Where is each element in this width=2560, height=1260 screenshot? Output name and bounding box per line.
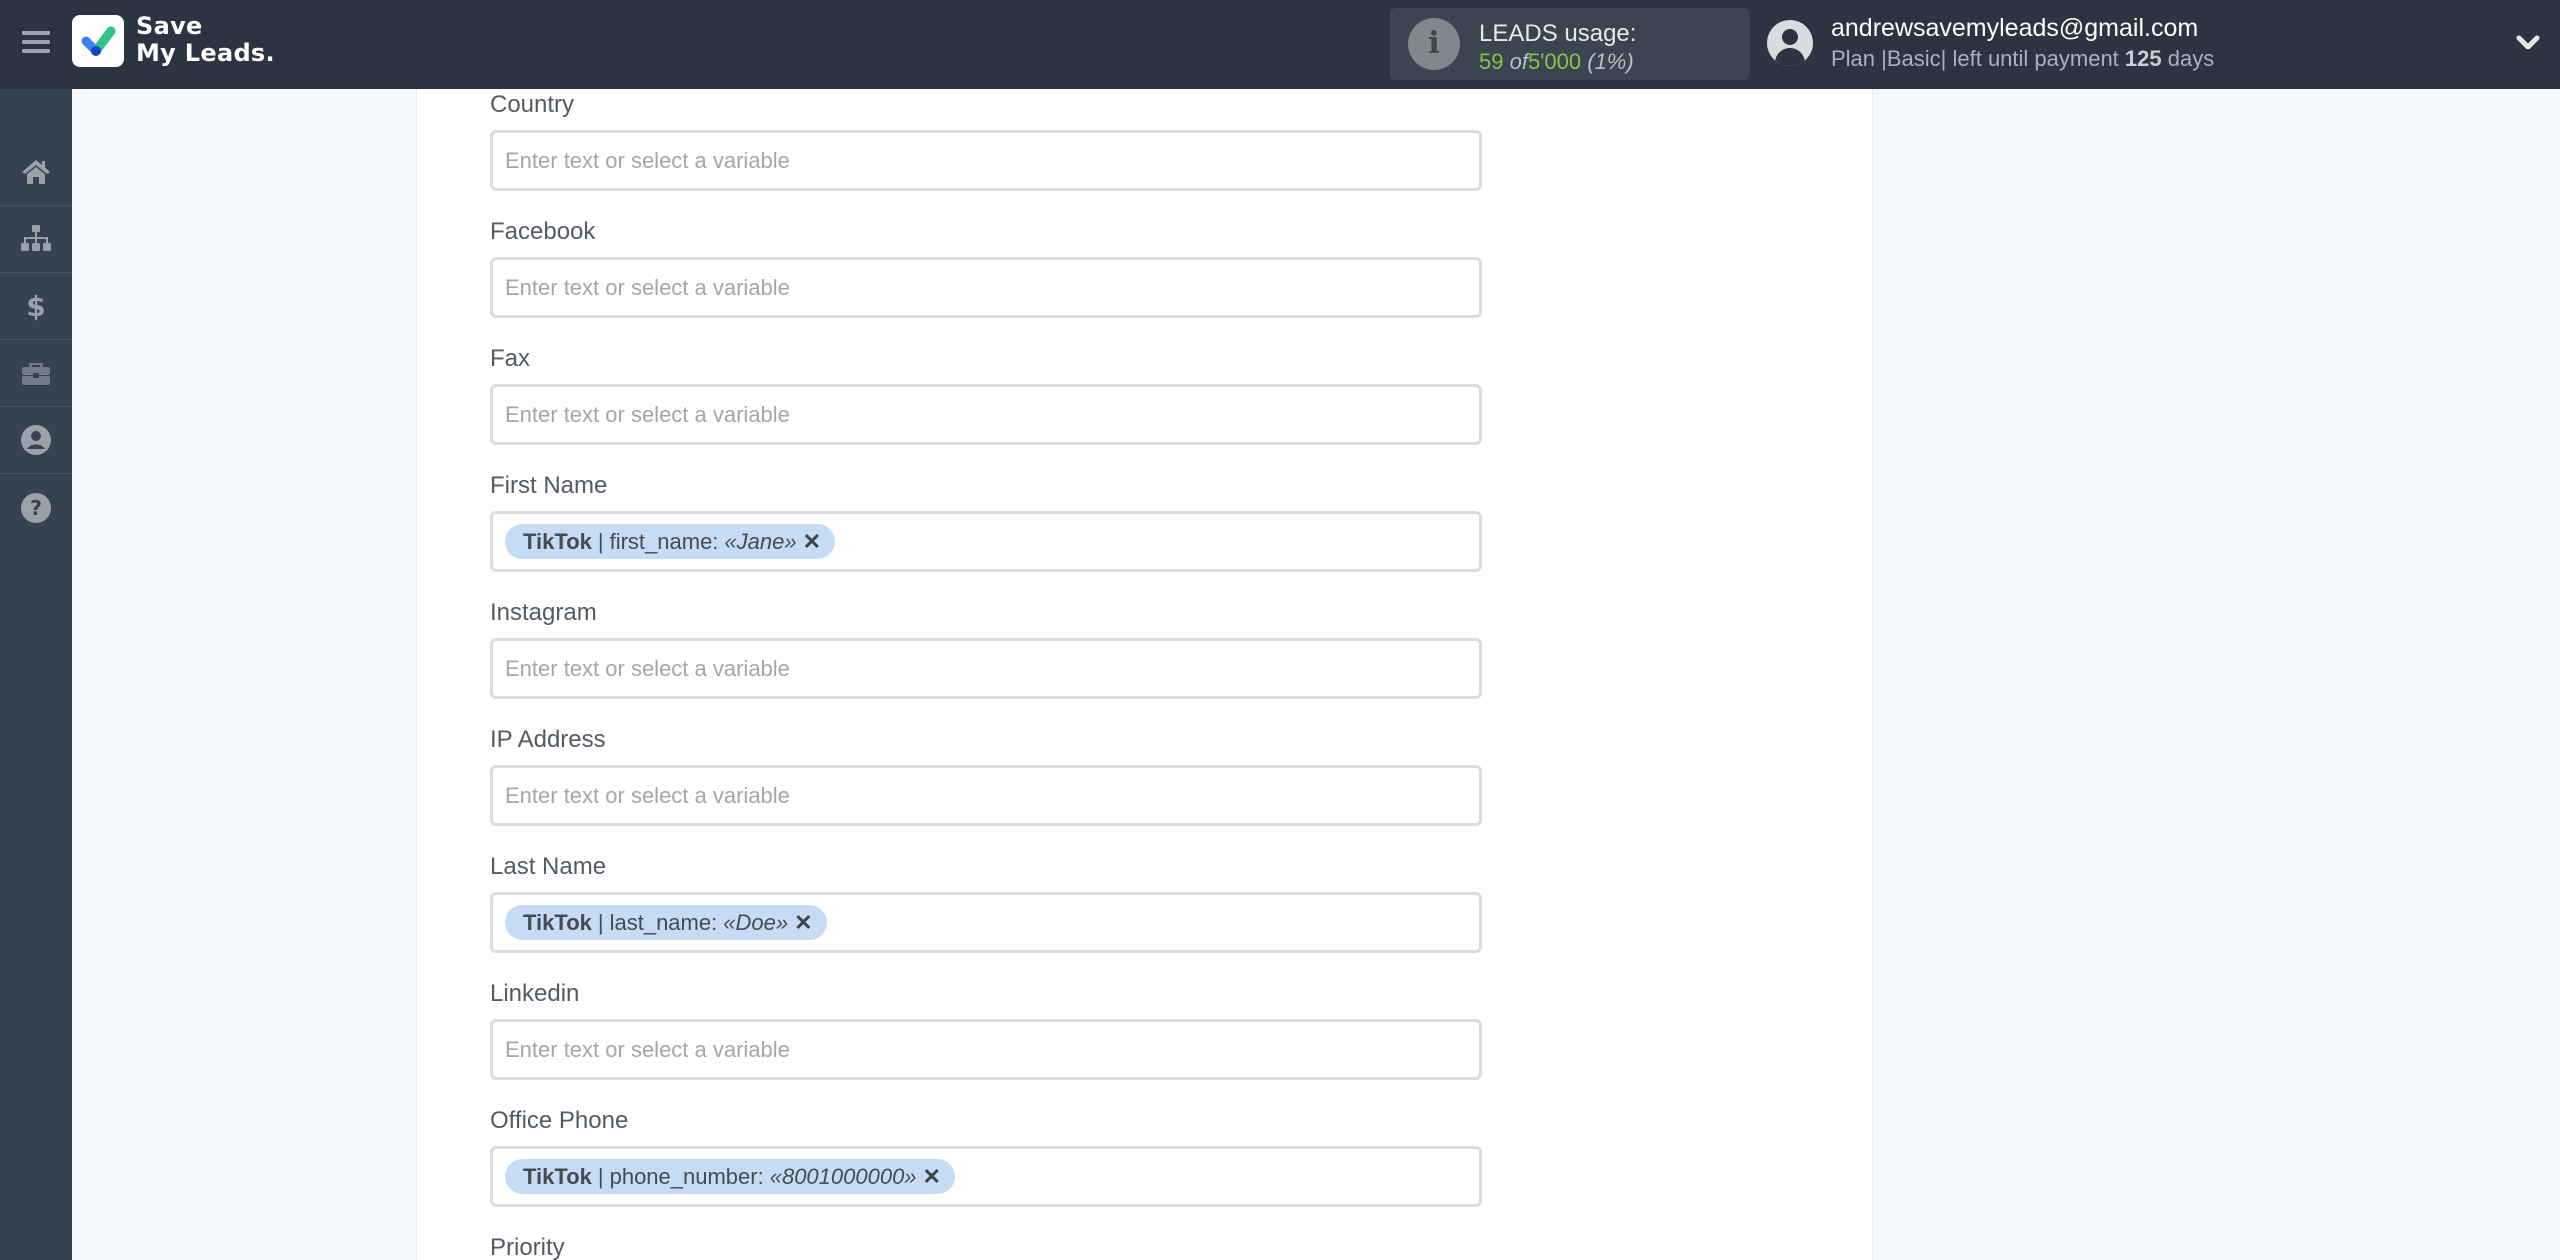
sidebar-item-tools[interactable]	[0, 340, 72, 407]
usage-of: of	[1509, 49, 1528, 74]
chip-sample: «Doe»	[723, 909, 789, 935]
usage-total: 5'000	[1527, 49, 1582, 74]
field-label: Office Phone	[490, 1107, 629, 1134]
sidebar-item-connections[interactable]	[0, 206, 72, 273]
chip-sample: «8001000000»	[769, 1163, 917, 1189]
chip-field: last_name:	[609, 909, 718, 935]
logo-text[interactable]: Save My Leads.	[136, 13, 275, 67]
leads-usage-box: i LEADS usage: 59 of5'000 (1%)	[1390, 8, 1750, 80]
placeholder: Enter text or select a variable	[505, 1036, 790, 1062]
home-icon	[22, 159, 50, 184]
field-office-phone: Office Phone TikTok | phone_number: «800…	[490, 1108, 1482, 1207]
field-label: Instagram	[490, 599, 597, 626]
field-label: Priority	[490, 1234, 565, 1260]
question-circle-icon: ?	[21, 492, 51, 523]
ip-address-input[interactable]: Enter text or select a variable	[490, 765, 1482, 826]
field-instagram: Instagram Enter text or select a variabl…	[490, 600, 1482, 699]
last-name-input[interactable]: TikTok | last_name: «Doe» ✕	[490, 892, 1482, 953]
plan-prefix: Plan |Basic| left until payment	[1831, 46, 2119, 71]
dollar-icon: $	[26, 290, 45, 323]
field-label: Fax	[490, 345, 531, 372]
chip-source: TikTok	[523, 528, 592, 554]
chip-source: TikTok	[523, 909, 592, 935]
info-icon: i	[1408, 18, 1460, 70]
logo-line-1: Save	[136, 12, 203, 40]
chip-sample: «Jane»	[724, 528, 797, 554]
placeholder: Enter text or select a variable	[505, 147, 790, 173]
plan-days-suffix: days	[2167, 46, 2215, 71]
chip-source: TikTok	[523, 1163, 592, 1189]
user-avatar-icon[interactable]	[1767, 20, 1813, 66]
plan-days: 125	[2124, 46, 2162, 71]
usage-percent: (1%)	[1587, 49, 1634, 74]
svg-text:$: $	[26, 290, 45, 323]
placeholder: Enter text or select a variable	[505, 782, 790, 808]
facebook-input[interactable]: Enter text or select a variable	[490, 257, 1482, 318]
hamburger-menu-icon[interactable]	[22, 31, 50, 55]
field-label: Country	[490, 91, 575, 118]
chevron-down-icon[interactable]	[2515, 30, 2541, 56]
top-header: Save My Leads. i LEADS usage: 59 of5'000…	[0, 0, 2560, 89]
logo-line-2: My Leads.	[136, 39, 275, 67]
logo-icon[interactable]	[72, 15, 124, 67]
field-linkedin: Linkedin Enter text or select a variable	[490, 981, 1482, 1080]
field-country: Country Enter text or select a variable	[490, 92, 1482, 191]
first-name-input[interactable]: TikTok | first_name: «Jane» ✕	[490, 511, 1482, 572]
field-priority: Priority	[490, 1235, 1482, 1260]
field-first-name: First Name TikTok | first_name: «Jane» ✕	[490, 473, 1482, 572]
user-circle-icon	[21, 425, 51, 455]
chip-field: first_name:	[609, 528, 719, 554]
country-input[interactable]: Enter text or select a variable	[490, 130, 1482, 191]
fax-input[interactable]: Enter text or select a variable	[490, 384, 1482, 445]
field-ip-address: IP Address Enter text or select a variab…	[490, 727, 1482, 826]
chip-field: phone_number:	[609, 1163, 764, 1189]
sitemap-icon	[21, 225, 51, 251]
remove-chip-icon[interactable]: ✕	[803, 529, 821, 555]
office-phone-input[interactable]: TikTok | phone_number: «8001000000» ✕	[490, 1146, 1482, 1207]
variable-chip[interactable]: TikTok | first_name: «Jane» ✕	[505, 524, 836, 559]
chip-separator: |	[597, 1163, 604, 1189]
user-email[interactable]: andrewsavemyleads@gmail.com	[1831, 14, 2198, 43]
instagram-input[interactable]: Enter text or select a variable	[490, 638, 1482, 699]
chip-separator: |	[597, 909, 604, 935]
placeholder: Enter text or select a variable	[505, 274, 790, 300]
field-label: Linkedin	[490, 980, 580, 1007]
field-label: First Name	[490, 472, 608, 499]
chip-separator: |	[597, 528, 604, 554]
placeholder: Enter text or select a variable	[505, 655, 790, 681]
sidebar-item-billing[interactable]: $	[0, 273, 72, 340]
briefcase-icon	[22, 363, 50, 385]
svg-text:?: ?	[30, 496, 42, 520]
variable-chip[interactable]: TikTok | last_name: «Doe» ✕	[505, 905, 827, 940]
usage-used: 59	[1479, 49, 1504, 74]
user-plan: Plan |Basic| left until payment 125 days	[1831, 46, 2214, 72]
usage-title: LEADS usage:	[1479, 20, 1637, 47]
field-label: Last Name	[490, 853, 607, 880]
sidebar-item-account[interactable]	[0, 407, 72, 474]
remove-chip-icon[interactable]: ✕	[923, 1164, 941, 1190]
variable-chip[interactable]: TikTok | phone_number: «8001000000» ✕	[505, 1159, 955, 1194]
field-fax: Fax Enter text or select a variable	[490, 346, 1482, 445]
remove-chip-icon[interactable]: ✕	[794, 910, 812, 936]
main-panel: Country Enter text or select a variable …	[416, 89, 1873, 1260]
sidebar-item-home[interactable]	[0, 138, 72, 206]
field-last-name: Last Name TikTok | last_name: «Doe» ✕	[490, 854, 1482, 953]
linkedin-input[interactable]: Enter text or select a variable	[490, 1019, 1482, 1080]
field-label: IP Address	[490, 726, 606, 753]
sidebar: $ ?	[0, 89, 72, 1260]
usage-count: 59 of5'000 (1%)	[1479, 49, 1634, 75]
field-facebook: Facebook Enter text or select a variable	[490, 219, 1482, 318]
sidebar-item-help[interactable]: ?	[0, 474, 72, 541]
placeholder: Enter text or select a variable	[505, 401, 790, 427]
field-label: Facebook	[490, 218, 596, 245]
